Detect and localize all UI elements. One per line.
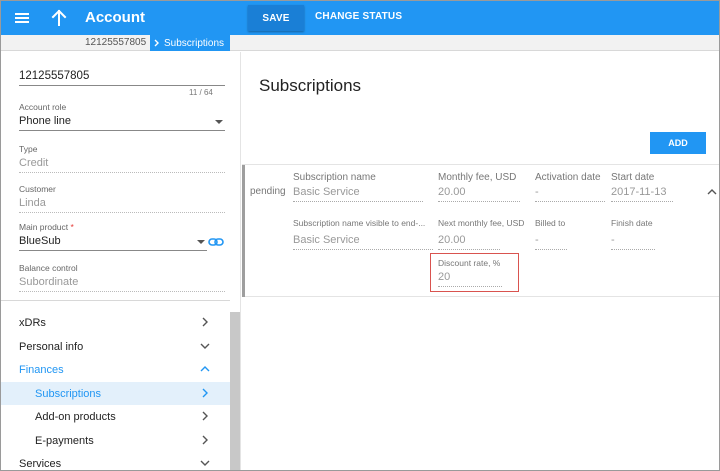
add-button[interactable]: ADD: [650, 132, 706, 154]
main-content: Subscriptions ADD pending Subscription n…: [242, 52, 719, 470]
subscription-name-value: Basic Service: [293, 186, 423, 202]
activation-date-cell: Activation date -: [535, 172, 605, 202]
finish-date-value: -: [611, 234, 655, 250]
dropdown-arrow-icon[interactable]: [197, 240, 205, 244]
account-id-counter: 11 / 64: [189, 88, 213, 97]
type-field: Type Credit: [19, 144, 225, 173]
dropdown-arrow-icon[interactable]: [215, 120, 223, 124]
sidebar-item-xdrs[interactable]: xDRs: [1, 311, 230, 334]
next-monthly-fee-value: 20.00: [438, 234, 500, 250]
billed-to-cell: Billed to -: [535, 218, 597, 250]
next-monthly-fee-cell: Next monthly fee, USD 20.00: [438, 218, 526, 250]
breadcrumb-account[interactable]: 12125557805: [85, 37, 146, 48]
main-product-select[interactable]: BlueSub: [19, 235, 207, 251]
sidebar-item-services[interactable]: Services: [1, 452, 230, 470]
subscription-name-cell: Subscription name Basic Service: [293, 172, 423, 202]
monthly-fee-value: 20.00: [438, 186, 520, 202]
chevron-right-icon: [202, 317, 208, 327]
main-product-label: Main product *: [19, 222, 74, 232]
sidebar-item-personal-info[interactable]: Personal info: [1, 335, 230, 358]
chevron-right-icon: [154, 39, 159, 47]
sidebar-scrollbar[interactable]: [230, 312, 240, 470]
sidebar-item-epayments[interactable]: E-payments: [1, 429, 230, 452]
app-window: Account SAVE CHANGE STATUS 12125557805 S…: [0, 0, 720, 471]
chevron-right-icon: [202, 435, 208, 445]
save-button[interactable]: SAVE: [248, 5, 304, 31]
balance-control-label: Balance control: [19, 263, 78, 273]
chevron-up-icon[interactable]: [707, 187, 717, 197]
name-visible-cell: Subscription name visible to end-... Bas…: [293, 218, 433, 250]
subscription-row: pending Subscription name Basic Service …: [242, 164, 719, 297]
back-arrow-icon[interactable]: [48, 7, 70, 29]
activation-date-value: -: [535, 186, 605, 202]
balance-control-value: Subordinate: [19, 276, 225, 292]
sidebar-item-subscriptions[interactable]: Subscriptions: [1, 382, 230, 405]
status-badge: pending: [250, 186, 286, 197]
account-role-select[interactable]: Phone line: [19, 115, 225, 131]
sidebar-item-addon-products[interactable]: Add-on products: [1, 405, 230, 428]
link-icon[interactable]: [208, 236, 224, 248]
start-date-value: 2017-11-13: [611, 186, 673, 202]
account-role-value: Phone line: [19, 115, 71, 127]
page-title: Account: [85, 9, 145, 26]
sidebar-item-finances[interactable]: Finances: [1, 358, 230, 381]
chevron-down-icon: [200, 343, 210, 349]
discount-rate-highlight: [430, 253, 519, 292]
breadcrumb: 12125557805 Subscriptions: [1, 35, 719, 51]
type-label: Type: [19, 144, 38, 154]
account-role-label: Account role: [19, 102, 67, 112]
billed-to-value: -: [535, 234, 567, 250]
customer-label: Customer: [19, 184, 56, 194]
finish-date-cell: Finish date -: [611, 218, 673, 250]
account-id-field[interactable]: 12125557805: [19, 67, 225, 86]
main-product-field[interactable]: Main product * BlueSub: [19, 222, 207, 251]
chevron-right-icon: [202, 388, 208, 398]
type-value: Credit: [19, 157, 225, 173]
section-title: Subscriptions: [259, 76, 362, 95]
monthly-fee-cell: Monthly fee, USD 20.00: [438, 172, 520, 202]
chevron-up-icon: [200, 366, 210, 372]
sidebar-divider: [1, 300, 230, 301]
top-bar: Account SAVE CHANGE STATUS: [1, 1, 719, 35]
account-role-field[interactable]: Account role Phone line: [19, 102, 225, 131]
breadcrumb-current-label: Subscriptions: [164, 37, 225, 49]
name-visible-value: Basic Service: [293, 234, 433, 250]
menu-icon[interactable]: [11, 7, 33, 29]
account-id-value[interactable]: 12125557805: [19, 70, 225, 86]
chevron-right-icon: [202, 411, 208, 421]
balance-control-field: Balance control Subordinate: [19, 263, 225, 292]
row-indicator: [242, 165, 245, 297]
customer-value: Linda: [19, 197, 225, 213]
start-date-cell: Start date 2017-11-13: [611, 172, 673, 202]
change-status-button[interactable]: CHANGE STATUS: [315, 11, 402, 22]
breadcrumb-current: Subscriptions: [150, 35, 230, 51]
customer-field: Customer Linda: [19, 184, 225, 213]
chevron-down-icon: [200, 460, 210, 466]
main-product-value: BlueSub: [19, 235, 61, 247]
